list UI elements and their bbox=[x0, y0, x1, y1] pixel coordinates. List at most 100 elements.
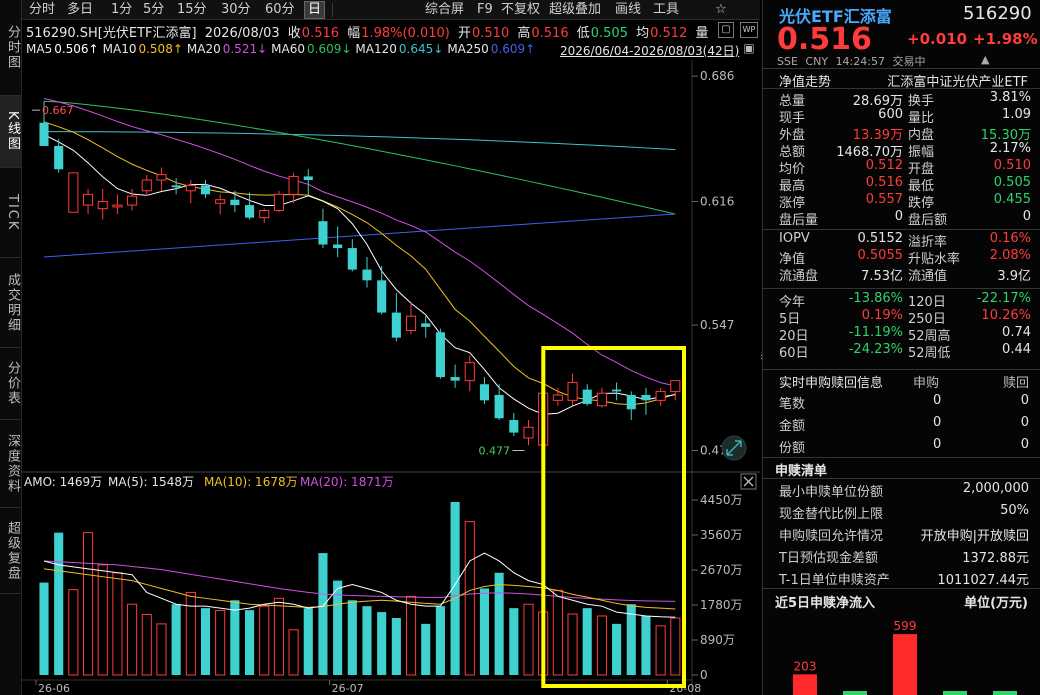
candle[interactable] bbox=[509, 412, 519, 437]
candle[interactable] bbox=[244, 192, 255, 220]
candle[interactable] bbox=[464, 355, 475, 392]
tool-button-2[interactable]: 不复权 bbox=[498, 1, 543, 19]
volume-bar[interactable] bbox=[156, 623, 167, 676]
candle[interactable] bbox=[230, 190, 240, 213]
volume-bar[interactable] bbox=[523, 603, 534, 676]
volume-bar[interactable] bbox=[244, 610, 255, 675]
volume-bar[interactable] bbox=[421, 623, 431, 675]
candle[interactable] bbox=[479, 377, 490, 404]
candle[interactable] bbox=[626, 391, 636, 421]
volume-bar[interactable] bbox=[54, 532, 64, 675]
candle[interactable] bbox=[156, 167, 167, 191]
left-tab-6[interactable]: 超级复盘 bbox=[0, 508, 22, 594]
period-tab-5[interactable]: 30分 bbox=[218, 1, 254, 19]
tool-button-5[interactable]: 工具 bbox=[650, 1, 682, 19]
period-tab-1[interactable]: 多日 bbox=[64, 1, 96, 19]
candle[interactable] bbox=[552, 387, 563, 406]
candle[interactable] bbox=[655, 387, 666, 406]
volume-bar[interactable] bbox=[479, 588, 490, 675]
volume-bar[interactable] bbox=[273, 597, 284, 676]
candle[interactable] bbox=[596, 387, 607, 408]
candle[interactable] bbox=[303, 169, 313, 195]
candle[interactable] bbox=[582, 384, 592, 406]
tool-button-1[interactable]: F9 bbox=[474, 1, 496, 19]
left-tab-0[interactable]: 分时图 bbox=[0, 0, 22, 96]
candle[interactable] bbox=[171, 178, 181, 195]
candle[interactable] bbox=[185, 180, 196, 204]
volume-bar[interactable] bbox=[200, 608, 211, 675]
candle[interactable] bbox=[215, 194, 226, 215]
period-tab-2[interactable]: 1分 bbox=[108, 1, 135, 19]
period-tab-6[interactable]: 60分 bbox=[262, 1, 298, 19]
candle[interactable] bbox=[97, 188, 108, 220]
close-volume-icon[interactable] bbox=[740, 473, 757, 490]
volume-bar[interactable] bbox=[230, 600, 240, 675]
volume-bar[interactable] bbox=[68, 589, 79, 676]
wp-icon[interactable]: WP bbox=[740, 22, 758, 38]
expand-arrow-icon[interactable]: ▲ bbox=[981, 53, 989, 66]
tool-button-4[interactable]: 画线 bbox=[612, 1, 644, 19]
volume-bar[interactable] bbox=[377, 612, 387, 675]
candle[interactable] bbox=[127, 188, 138, 211]
candle[interactable] bbox=[273, 190, 284, 213]
volume-bar[interactable] bbox=[612, 623, 622, 675]
volume-bar[interactable] bbox=[596, 615, 607, 676]
candle[interactable] bbox=[670, 380, 681, 401]
candle[interactable] bbox=[405, 301, 417, 335]
left-tab-2[interactable]: TICK bbox=[0, 168, 22, 258]
volume-bar[interactable] bbox=[82, 532, 94, 676]
volume-bar[interactable] bbox=[567, 613, 578, 676]
volume-bar[interactable] bbox=[39, 582, 49, 675]
volume-bar[interactable] bbox=[259, 605, 270, 676]
volume-bar[interactable] bbox=[405, 595, 417, 676]
candle[interactable] bbox=[112, 194, 123, 215]
period-tab-0[interactable]: 分时 bbox=[26, 1, 58, 19]
candle[interactable] bbox=[362, 257, 372, 288]
settings-icon[interactable]: ▣ bbox=[742, 41, 756, 55]
period-tab-7[interactable]: 日 bbox=[304, 1, 326, 19]
volume-bar[interactable] bbox=[435, 606, 445, 675]
candle[interactable] bbox=[141, 174, 152, 197]
volume-bar[interactable] bbox=[347, 600, 357, 675]
candle[interactable] bbox=[82, 188, 94, 215]
volume-bar[interactable] bbox=[112, 572, 123, 676]
fullscreen-icon[interactable] bbox=[721, 435, 747, 461]
left-tab-5[interactable]: 深度资料 bbox=[0, 420, 22, 508]
left-tab-3[interactable]: 成交明细 bbox=[0, 258, 22, 348]
left-tab-1[interactable]: K线图 bbox=[0, 96, 22, 168]
volume-bar[interactable] bbox=[552, 589, 563, 676]
candle[interactable] bbox=[523, 420, 534, 446]
volume-bar[interactable] bbox=[641, 616, 651, 675]
candle[interactable] bbox=[435, 328, 445, 379]
volume-bar[interactable] bbox=[509, 608, 519, 675]
tool-button-0[interactable]: 综合屏 bbox=[422, 1, 467, 19]
candle[interactable] bbox=[288, 172, 299, 204]
volume-bar[interactable] bbox=[127, 603, 138, 676]
star-icon[interactable]: ☆ bbox=[712, 1, 730, 19]
left-tab-4[interactable]: 分价表 bbox=[0, 348, 22, 420]
expand-icon[interactable]: ▢ bbox=[718, 22, 734, 38]
candle[interactable] bbox=[318, 208, 328, 249]
volume-bar[interactable] bbox=[670, 617, 681, 676]
volume-bar[interactable] bbox=[303, 608, 313, 675]
candle[interactable] bbox=[347, 239, 357, 272]
candle[interactable] bbox=[68, 172, 79, 213]
tool-button-3[interactable]: 超级叠加 bbox=[546, 1, 604, 19]
volume-bar[interactable] bbox=[655, 625, 666, 676]
candle[interactable] bbox=[259, 208, 270, 224]
volume-bar[interactable] bbox=[97, 564, 108, 676]
candle[interactable] bbox=[391, 292, 401, 342]
volume-bar[interactable] bbox=[185, 591, 196, 676]
volume-bar[interactable] bbox=[362, 606, 372, 675]
period-tab-4[interactable]: 15分 bbox=[174, 1, 210, 19]
volume-bar[interactable] bbox=[171, 604, 181, 675]
candle[interactable] bbox=[200, 180, 211, 198]
volume-bar[interactable] bbox=[582, 608, 592, 675]
candle[interactable] bbox=[567, 373, 578, 406]
candle[interactable] bbox=[333, 226, 343, 258]
volume-bar[interactable] bbox=[464, 521, 475, 676]
candle[interactable] bbox=[612, 382, 622, 401]
candle[interactable] bbox=[641, 387, 651, 415]
volume-bar[interactable] bbox=[391, 617, 401, 675]
kline-chart[interactable]: 0.6860.6160.5470.4770.6670.477AMO: 1469万… bbox=[22, 60, 760, 695]
